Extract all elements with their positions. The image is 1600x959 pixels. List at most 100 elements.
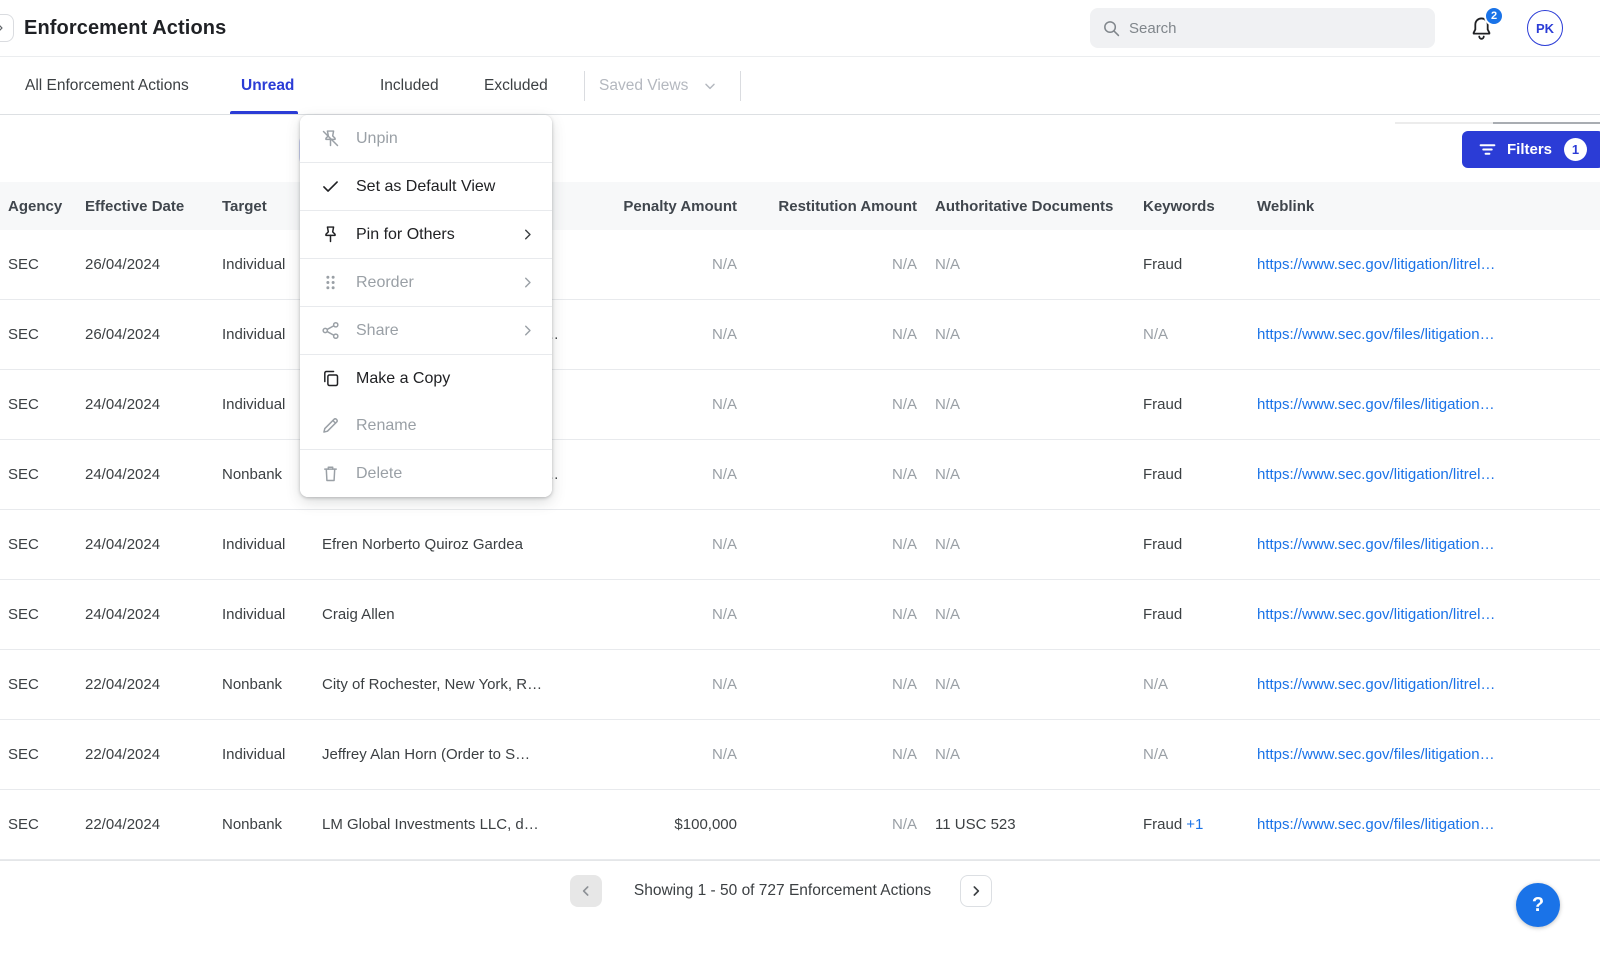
horizontal-scrollbar[interactable] [1395,122,1600,124]
weblink[interactable]: https://www.sec.gov/files/litigation… [1257,816,1495,833]
cell-authoritative-documents: N/A [917,256,1125,273]
sidebar-expand-button[interactable] [0,14,14,42]
column-header-authoritative-documents[interactable]: Authoritative Documents [917,198,1125,215]
cell-weblink: https://www.sec.gov/files/litigation… [1239,326,1600,343]
avatar[interactable]: PK [1527,10,1563,46]
menu-item-pin-for-others[interactable]: Pin for Others [300,211,552,258]
menu-item-share[interactable]: Share [300,307,552,354]
menu-item-set-as-default-view[interactable]: Set as Default View [300,163,552,210]
cell-penalty: N/A [617,606,737,623]
cell-penalty: N/A [617,396,737,413]
cell-weblink: https://www.sec.gov/files/litigation… [1239,746,1600,763]
saved-views-dropdown[interactable]: Saved Views [599,57,718,114]
menu-item-delete[interactable]: Delete [300,450,552,497]
column-header-agency[interactable]: Agency [0,198,85,215]
cell-weblink: https://www.sec.gov/files/litigation… [1239,536,1600,553]
weblink[interactable]: https://www.sec.gov/files/litigation… [1257,746,1495,763]
cell-restitution: N/A [737,466,917,483]
column-header-restitution-amount[interactable]: Restitution Amount [737,198,917,215]
next-page-button[interactable] [960,875,992,907]
weblink[interactable]: https://www.sec.gov/litigation/litrel… [1257,256,1495,273]
cell-authoritative-documents: N/A [917,746,1125,763]
cell-target: Nonbank [222,816,322,833]
table-row[interactable]: SEC 24/04/2024 Individual N/A N/A N/A Fr… [0,370,1600,440]
cell-penalty: N/A [617,466,737,483]
help-button[interactable]: ? [1516,883,1560,927]
previous-page-button[interactable] [570,875,602,907]
table-row[interactable]: SEC 22/04/2024 Nonbank City of Rochester… [0,650,1600,720]
keywords-more-badge[interactable]: +1 [1186,816,1203,833]
menu-item-make-a-copy[interactable]: Make a Copy [300,355,552,402]
cell-effective-date: 24/04/2024 [85,536,222,553]
table-row[interactable]: SEC 26/04/2024 Individual N/A N/A N/A Fr… [0,230,1600,300]
active-tab-underline [230,111,298,114]
weblink[interactable]: https://www.sec.gov/litigation/litrel… [1257,606,1495,623]
cell-target: Individual [222,536,322,553]
cell-penalty: N/A [617,536,737,553]
tab-included[interactable]: Included [380,57,439,114]
cell-effective-date: 22/04/2024 [85,676,222,693]
cell-restitution: N/A [737,326,917,343]
filters-label: Filters [1507,141,1552,158]
cell-agency: SEC [0,536,85,553]
cell-weblink: https://www.sec.gov/litigation/litrel… [1239,606,1600,623]
cell-agency: SEC [0,676,85,693]
table-row[interactable]: SEC 22/04/2024 Individual Jeffrey Alan H… [0,720,1600,790]
table-row[interactable]: SEC 24/04/2024 Nonbank … N/A N/A N/A Fra… [0,440,1600,510]
cell-agency: SEC [0,816,85,833]
table-row[interactable]: SEC 24/04/2024 Individual Craig Allen N/… [0,580,1600,650]
weblink[interactable]: https://www.sec.gov/files/litigation… [1257,326,1495,343]
cell-target-name: LM Global Investments LLC, d… [322,816,617,833]
column-header-weblink[interactable]: Weblink [1239,198,1600,215]
drag-dots-icon [320,272,341,293]
column-header-keywords[interactable]: Keywords [1125,198,1239,215]
search-box[interactable] [1090,8,1435,48]
view-options-menu: Unpin Set as Default View Pin for Others… [300,115,552,497]
cell-weblink: https://www.sec.gov/litigation/litrel… [1239,256,1600,273]
unpin-icon [320,128,341,149]
cell-weblink: https://www.sec.gov/files/litigation… [1239,816,1600,833]
filters-count-badge: 1 [1564,138,1587,161]
cell-target: Individual [222,746,322,763]
weblink[interactable]: https://www.sec.gov/files/litigation… [1257,396,1495,413]
table-row[interactable]: SEC 24/04/2024 Individual Efren Norberto… [0,510,1600,580]
tab-all-enforcement-actions[interactable]: All Enforcement Actions [25,57,189,114]
cell-penalty: N/A [617,746,737,763]
submenu-chevron-icon [519,322,536,339]
cell-authoritative-documents: N/A [917,676,1125,693]
cell-agency: SEC [0,256,85,273]
weblink[interactable]: https://www.sec.gov/files/litigation… [1257,536,1495,553]
table-row[interactable]: SEC 22/04/2024 Nonbank LM Global Investm… [0,790,1600,860]
pagination-status: Showing 1 - 50 of 727 Enforcement Action… [620,875,945,907]
copy-icon [320,368,341,389]
cell-weblink: https://www.sec.gov/files/litigation… [1239,396,1600,413]
cell-authoritative-documents: 11 USC 523 [917,816,1125,833]
scrollbar-thumb[interactable] [1493,122,1600,124]
submenu-chevron-icon [519,226,536,243]
tab-divider [740,71,741,101]
notification-count-badge: 2 [1484,6,1504,26]
weblink[interactable]: https://www.sec.gov/litigation/litrel… [1257,466,1495,483]
search-input[interactable] [1129,20,1423,37]
tab-unread[interactable]: Unread [241,57,294,114]
cell-effective-date: 22/04/2024 [85,816,222,833]
column-header-penalty-amount[interactable]: Penalty Amount [617,198,737,215]
cell-effective-date: 24/04/2024 [85,606,222,623]
cell-authoritative-documents: N/A [917,466,1125,483]
notifications-button[interactable]: 2 [1468,13,1500,47]
cell-penalty: N/A [617,326,737,343]
tab-excluded[interactable]: Excluded [484,57,548,114]
cell-agency: SEC [0,466,85,483]
menu-item-reorder[interactable]: Reorder [300,259,552,306]
table-row[interactable]: SEC 26/04/2024 Individual … N/A N/A N/A … [0,300,1600,370]
column-header-effective-date[interactable]: Effective Date [85,198,222,215]
weblink[interactable]: https://www.sec.gov/litigation/litrel… [1257,676,1495,693]
cell-authoritative-documents: N/A [917,396,1125,413]
cell-target-name: City of Rochester, New York, R… [322,676,617,693]
cell-penalty: N/A [617,256,737,273]
menu-item-unpin[interactable]: Unpin [300,115,552,162]
cell-keywords: N/A [1125,326,1239,343]
cell-restitution: N/A [737,606,917,623]
filters-button[interactable]: Filters 1 [1462,131,1600,168]
menu-item-rename[interactable]: Rename [300,402,552,449]
